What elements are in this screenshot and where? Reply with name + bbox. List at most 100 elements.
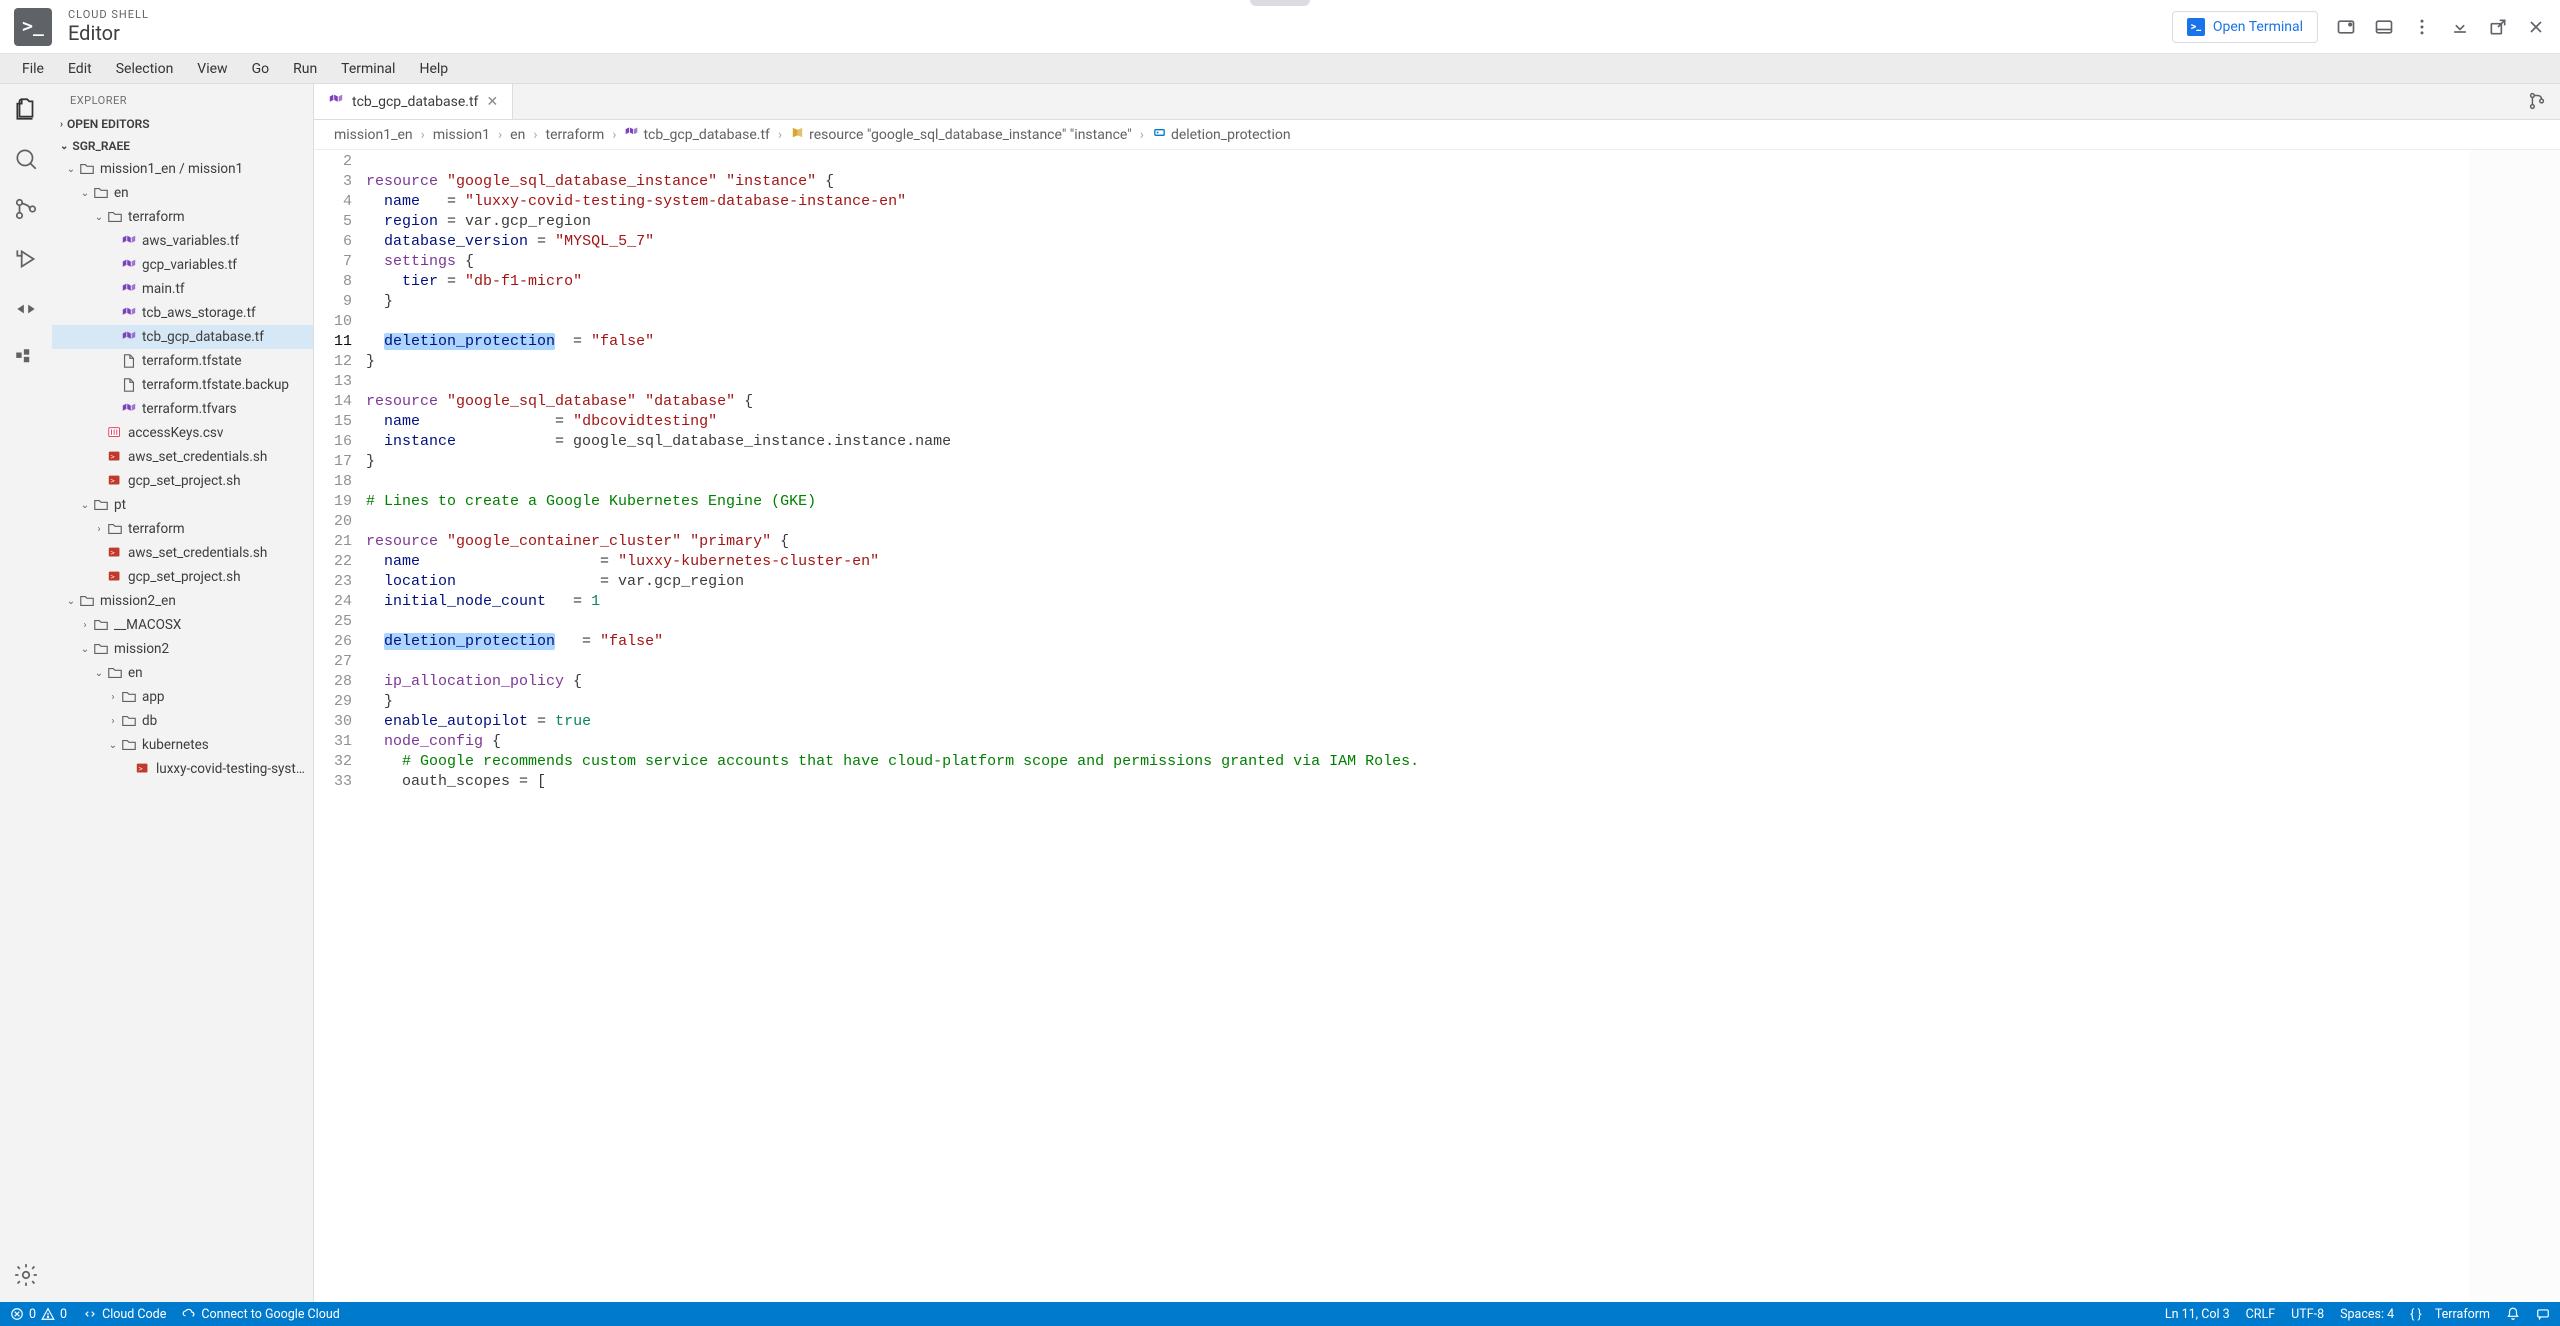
- menu-view[interactable]: View: [187, 57, 237, 81]
- tf-icon: [120, 281, 138, 297]
- activity-explorer-icon[interactable]: [13, 96, 39, 122]
- editor-area: tcb_gcp_database.tf✕ mission1_en›mission…: [314, 84, 2560, 1302]
- minimize-icon[interactable]: [2450, 17, 2470, 37]
- status-cursor[interactable]: Ln 11, Col 3: [2165, 1307, 2230, 1322]
- breadcrumb-item[interactable]: terraform: [546, 127, 605, 143]
- upload-icon[interactable]: [2336, 17, 2356, 37]
- menu-selection[interactable]: Selection: [106, 57, 184, 81]
- menu-go[interactable]: Go: [242, 57, 280, 81]
- folder-icon: [120, 737, 138, 753]
- explorer-title: EXPLORER: [52, 84, 313, 113]
- tree-folder[interactable]: ⌄terraform: [52, 205, 313, 229]
- activity-bar: [0, 84, 52, 1302]
- tree-file[interactable]: terraform.tfvars: [52, 397, 313, 421]
- activity-debug-icon[interactable]: [13, 246, 39, 272]
- breadcrumb-item[interactable]: mission1_en: [334, 127, 413, 143]
- tree-file[interactable]: luxxy-covid-testing-syst…: [52, 757, 313, 781]
- layout-icon[interactable]: [2374, 17, 2394, 37]
- status-problems[interactable]: 0 0: [10, 1307, 67, 1322]
- tree-folder[interactable]: ⌄en: [52, 661, 313, 685]
- tree-file[interactable]: terraform.tfstate: [52, 349, 313, 373]
- tf-icon: [120, 305, 138, 321]
- status-indent[interactable]: Spaces: 4: [2340, 1307, 2394, 1322]
- breadcrumb-item[interactable]: deletion_protection: [1152, 125, 1291, 144]
- tree-folder[interactable]: ›db: [52, 709, 313, 733]
- menu-file[interactable]: File: [12, 57, 54, 81]
- menu-edit[interactable]: Edit: [58, 57, 102, 81]
- tree-file[interactable]: gcp_set_project.sh: [52, 565, 313, 589]
- activity-terraform-icon[interactable]: [13, 346, 39, 372]
- tree-folder[interactable]: ⌄mission2: [52, 637, 313, 661]
- activity-scm-icon[interactable]: [13, 196, 39, 222]
- status-eol[interactable]: CRLF: [2246, 1307, 2275, 1322]
- breadcrumb-item[interactable]: resource "google_sql_database_instance" …: [790, 125, 1132, 144]
- tree-file[interactable]: gcp_set_project.sh: [52, 469, 313, 493]
- folder-icon: [92, 185, 110, 201]
- breadcrumb-item[interactable]: en: [510, 127, 525, 143]
- file-icon: [120, 377, 138, 393]
- folder-icon: [120, 713, 138, 729]
- drag-handle[interactable]: [1250, 0, 1310, 6]
- tf-icon: [328, 92, 344, 112]
- tree-file[interactable]: terraform.tfstate.backup: [52, 373, 313, 397]
- activity-cloud-code-icon[interactable]: [13, 296, 39, 322]
- tree-file[interactable]: accessKeys.csv: [52, 421, 313, 445]
- app-kicker: CLOUD SHELL: [68, 8, 2172, 21]
- status-connect-gcloud[interactable]: Connect to Google Cloud: [182, 1307, 339, 1322]
- tree-file[interactable]: aws_set_credentials.sh: [52, 445, 313, 469]
- status-bar: 0 0 Cloud Code Connect to Google Cloud L…: [0, 1302, 2560, 1326]
- open-terminal-button[interactable]: >_ Open Terminal: [2172, 11, 2318, 43]
- popout-icon[interactable]: [2488, 17, 2508, 37]
- editor-tab[interactable]: tcb_gcp_database.tf✕: [314, 84, 513, 119]
- folder-icon: [106, 665, 124, 681]
- code-content[interactable]: resource "google_sql_database_instance" …: [366, 150, 2560, 1302]
- breadcrumbs[interactable]: mission1_en›mission1›en›terraform›tcb_gc…: [314, 120, 2560, 150]
- close-icon[interactable]: [2526, 17, 2546, 37]
- file-icon: [120, 353, 138, 369]
- more-icon[interactable]: [2412, 17, 2432, 37]
- workspace-header[interactable]: ⌄ SGR_RAEE: [52, 135, 313, 157]
- folder-icon: [92, 617, 110, 633]
- minimap[interactable]: [2470, 150, 2560, 1302]
- status-cloud-code[interactable]: Cloud Code: [83, 1307, 166, 1322]
- open-editors-header[interactable]: › OPEN EDITORS: [52, 113, 313, 135]
- tree-file[interactable]: aws_set_credentials.sh: [52, 541, 313, 565]
- code-editor[interactable]: 2345678910111213141516171819202122232425…: [314, 150, 2560, 1302]
- menu-run[interactable]: Run: [283, 57, 327, 81]
- tree-folder[interactable]: ⌄kubernetes: [52, 733, 313, 757]
- breadcrumb-separator: ›: [533, 127, 537, 143]
- menu-help[interactable]: Help: [409, 57, 458, 81]
- activity-search-icon[interactable]: [13, 146, 39, 172]
- status-feedback-icon[interactable]: [2536, 1307, 2550, 1321]
- tree-folder[interactable]: ⌄mission2_en: [52, 589, 313, 613]
- tree-folder[interactable]: ›__MACOSX: [52, 613, 313, 637]
- csv-icon: [106, 425, 124, 441]
- tree-file[interactable]: tcb_gcp_database.tf: [52, 325, 313, 349]
- breadcrumb-item[interactable]: tcb_gcp_database.tf: [624, 125, 769, 144]
- tree-file[interactable]: gcp_variables.tf: [52, 253, 313, 277]
- outline-icon[interactable]: [2526, 90, 2548, 116]
- tree-file[interactable]: main.tf: [52, 277, 313, 301]
- tree-folder[interactable]: ⌄pt: [52, 493, 313, 517]
- tree-folder[interactable]: ⌄en: [52, 181, 313, 205]
- terminal-icon: >_: [2187, 18, 2205, 36]
- status-encoding[interactable]: UTF-8: [2291, 1307, 2324, 1322]
- app-title: Editor: [68, 21, 2172, 45]
- tab-bar: tcb_gcp_database.tf✕: [314, 84, 2560, 120]
- folder-icon: [92, 497, 110, 513]
- sh-icon: [106, 473, 124, 489]
- menu-terminal[interactable]: Terminal: [331, 57, 405, 81]
- sh-icon: [106, 569, 124, 585]
- status-bell-icon[interactable]: [2506, 1307, 2520, 1321]
- activity-settings-icon[interactable]: [13, 1262, 39, 1288]
- tree-file[interactable]: aws_variables.tf: [52, 229, 313, 253]
- breadcrumb-item[interactable]: mission1: [433, 127, 490, 143]
- tree-folder[interactable]: ›app: [52, 685, 313, 709]
- open-terminal-label: Open Terminal: [2213, 19, 2303, 35]
- status-lang[interactable]: { } Terraform: [2410, 1307, 2490, 1322]
- tree-folder[interactable]: ⌄mission1_en / mission1: [52, 157, 313, 181]
- tree-file[interactable]: tcb_aws_storage.tf: [52, 301, 313, 325]
- file-tree: ⌄mission1_en / mission1⌄en⌄terraformaws_…: [52, 157, 313, 781]
- close-tab-icon[interactable]: ✕: [486, 94, 498, 110]
- tree-folder[interactable]: ›terraform: [52, 517, 313, 541]
